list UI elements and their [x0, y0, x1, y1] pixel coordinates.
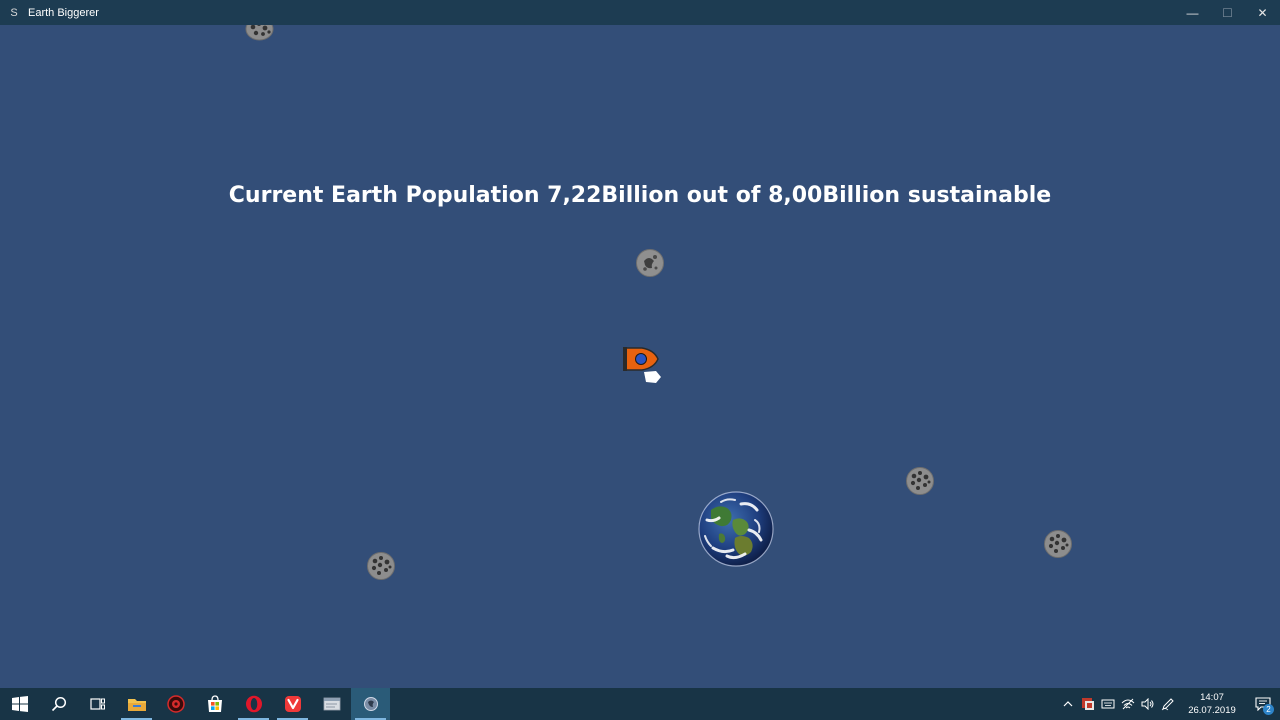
- rocket-ship-icon[interactable]: [620, 344, 664, 386]
- maximize-button[interactable]: ☐: [1210, 0, 1245, 25]
- game-canvas[interactable]: Current Earth Population 7,22Billion out…: [0, 25, 1280, 688]
- chevron-up-icon[interactable]: [1058, 688, 1078, 720]
- game-app-icon[interactable]: [351, 688, 390, 720]
- red-app-icon[interactable]: [156, 688, 195, 720]
- asteroid-icon: [367, 552, 395, 580]
- file-explorer-icon[interactable]: [117, 688, 156, 720]
- notification-count-badge: 2: [1263, 704, 1274, 715]
- population-status-text: Current Earth Population 7,22Billion out…: [228, 183, 1052, 208]
- window-title-bar: S Earth Biggerer — ☐ ✕: [0, 0, 1280, 25]
- app-icon: S: [10, 6, 18, 19]
- action-center-icon[interactable]: 2: [1246, 688, 1280, 720]
- taskbar-clock[interactable]: 14:07 26.07.2019: [1182, 691, 1242, 717]
- taskbar: 14:07 26.07.2019 2: [0, 688, 1280, 720]
- window-controls: — ☐ ✕: [1175, 0, 1280, 25]
- task-view-icon[interactable]: [78, 688, 117, 720]
- notepad-app-icon[interactable]: [312, 688, 351, 720]
- window-title: Earth Biggerer: [28, 6, 99, 19]
- volume-icon[interactable]: [1138, 688, 1158, 720]
- search-icon[interactable]: [39, 688, 78, 720]
- wifi-icon[interactable]: [1118, 688, 1138, 720]
- opera-browser-icon[interactable]: [234, 688, 273, 720]
- microsoft-store-icon[interactable]: [195, 688, 234, 720]
- windows-start-icon[interactable]: [0, 688, 39, 720]
- asteroid-icon: [245, 25, 274, 41]
- earth-globe-icon: [698, 491, 774, 567]
- close-button[interactable]: ✕: [1245, 0, 1280, 25]
- vivaldi-browser-icon[interactable]: [273, 688, 312, 720]
- clock-time: 14:07: [1200, 692, 1224, 703]
- pen-icon[interactable]: [1158, 688, 1178, 720]
- asteroid-icon: [636, 249, 664, 277]
- system-tray: 14:07 26.07.2019 2: [1058, 688, 1280, 720]
- clock-date: 26.07.2019: [1188, 705, 1236, 716]
- keyboard-icon[interactable]: [1098, 688, 1118, 720]
- asteroid-icon: [1044, 530, 1072, 558]
- tray-app-icon[interactable]: [1078, 688, 1098, 720]
- minimize-button[interactable]: —: [1175, 0, 1210, 25]
- asteroid-icon: [906, 467, 934, 495]
